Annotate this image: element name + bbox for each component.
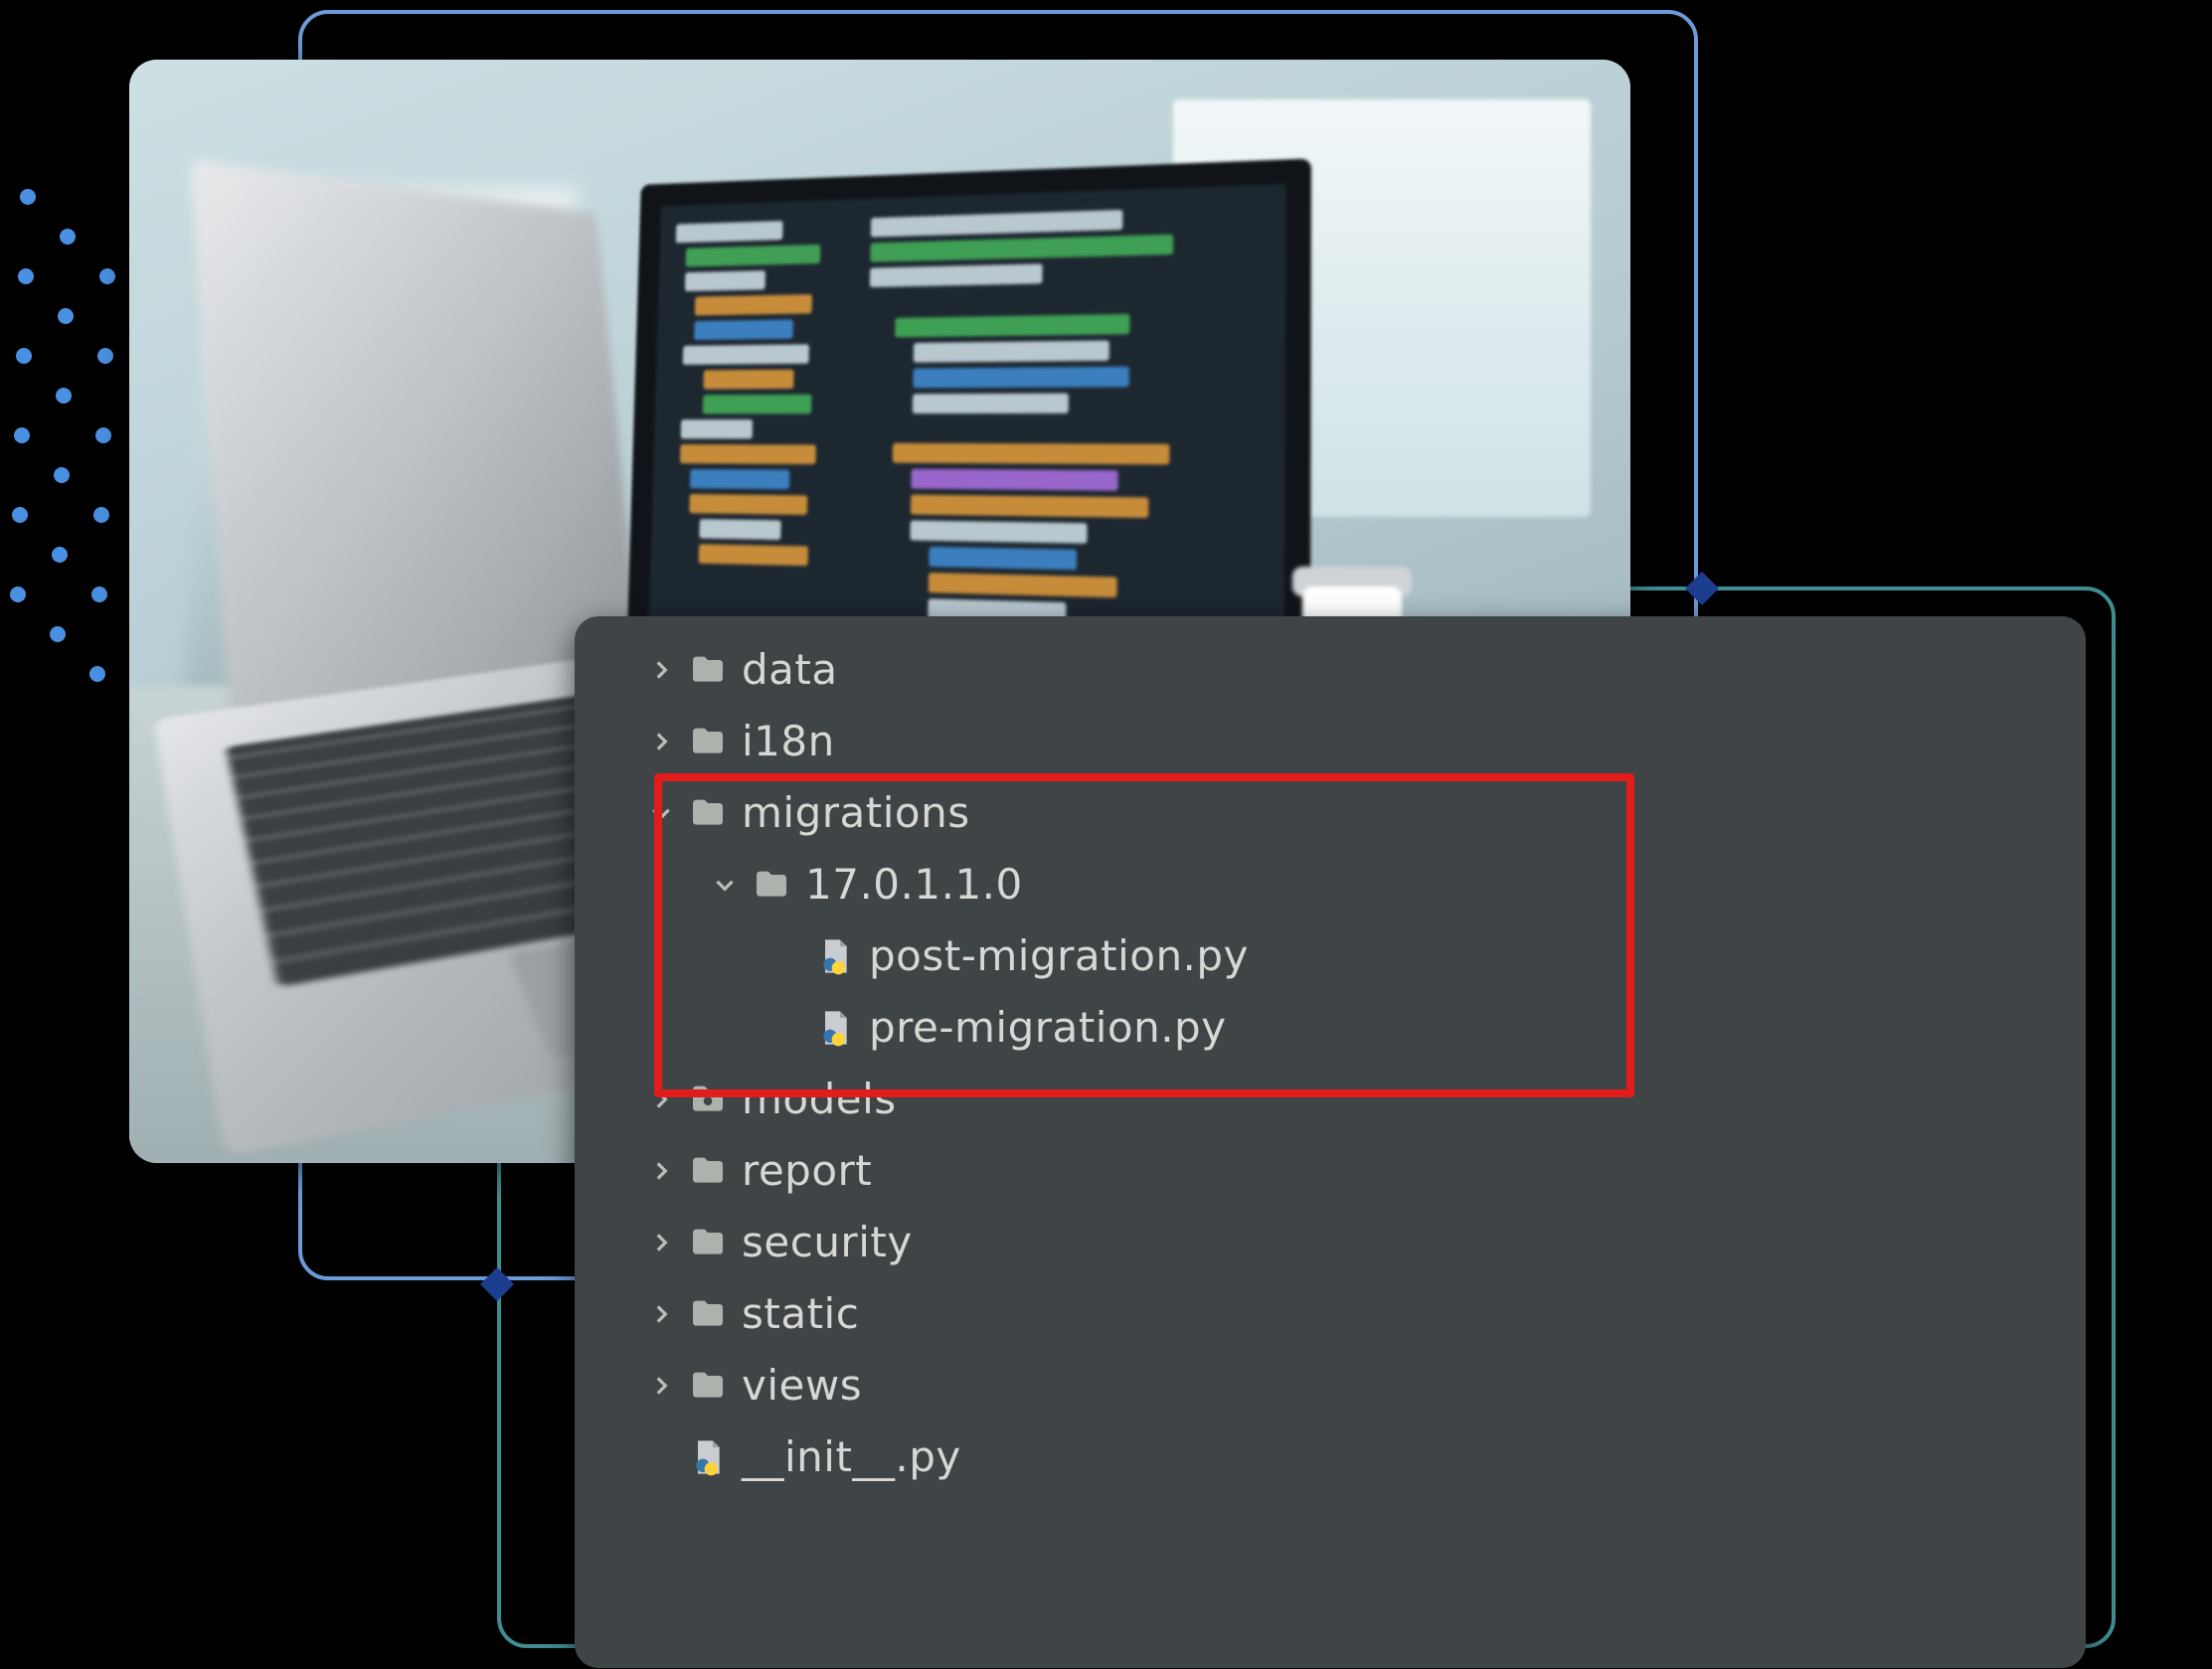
python-file-icon (688, 1437, 728, 1477)
folder-icon (688, 722, 728, 761)
tree-item-label: models (742, 1079, 897, 1120)
tree-item-folder[interactable]: data (575, 634, 2086, 706)
tree-item-label: i18n (742, 721, 835, 762)
tree-item-label: security (742, 1222, 913, 1263)
tree-item-folder[interactable]: i18n (575, 706, 2086, 777)
folder-icon (688, 1366, 728, 1406)
tree-item-folder[interactable]: 17.0.1.1.0 (575, 849, 2086, 920)
tree-item-file[interactable]: post-migration.py (575, 920, 2086, 992)
folder-icon (688, 1151, 728, 1191)
tree-item-label: report (742, 1150, 872, 1192)
python-file-icon (815, 1008, 855, 1048)
tree-item-folder[interactable]: static (575, 1278, 2086, 1350)
chevron-right-icon (648, 1230, 674, 1255)
tree-item-folder[interactable]: security (575, 1207, 2086, 1278)
folder-icon (688, 793, 728, 833)
tree-item-label: migrations (742, 792, 970, 834)
chevron-right-icon (648, 1301, 674, 1327)
tree-item-label: static (742, 1293, 859, 1335)
folder-icon (688, 1223, 728, 1262)
chevron-right-icon (648, 1158, 674, 1184)
tree-item-folder[interactable]: migrations (575, 777, 2086, 849)
tree-item-label: pre-migration.py (869, 1007, 1227, 1049)
file-tree-panel: data i18n migrations 17.0.1.1.0 post-mig… (575, 616, 2086, 1668)
tree-item-label: __init__.py (742, 1436, 961, 1478)
tree-item-folder[interactable]: models (575, 1064, 2086, 1135)
folder-icon (688, 1294, 728, 1334)
tree-item-label: 17.0.1.1.0 (805, 864, 1023, 906)
folder-dot-icon (688, 1080, 728, 1119)
tree-item-file[interactable]: __init__.py (575, 1421, 2086, 1493)
tree-item-label: data (742, 649, 838, 691)
tree-item-file[interactable]: pre-migration.py (575, 992, 2086, 1064)
python-file-icon (815, 936, 855, 976)
tree-item-label: post-migration.py (869, 935, 1249, 977)
tree-item-folder[interactable]: views (575, 1350, 2086, 1421)
tree-item-label: views (742, 1365, 862, 1407)
chevron-down-icon (712, 872, 738, 898)
chevron-right-icon (648, 657, 674, 683)
tree-item-folder[interactable]: report (575, 1135, 2086, 1207)
folder-icon (688, 650, 728, 690)
chevron-right-icon (648, 729, 674, 754)
chevron-right-icon (648, 1086, 674, 1112)
folder-icon (752, 865, 791, 905)
chevron-right-icon (648, 1373, 674, 1399)
chevron-down-icon (648, 800, 674, 826)
